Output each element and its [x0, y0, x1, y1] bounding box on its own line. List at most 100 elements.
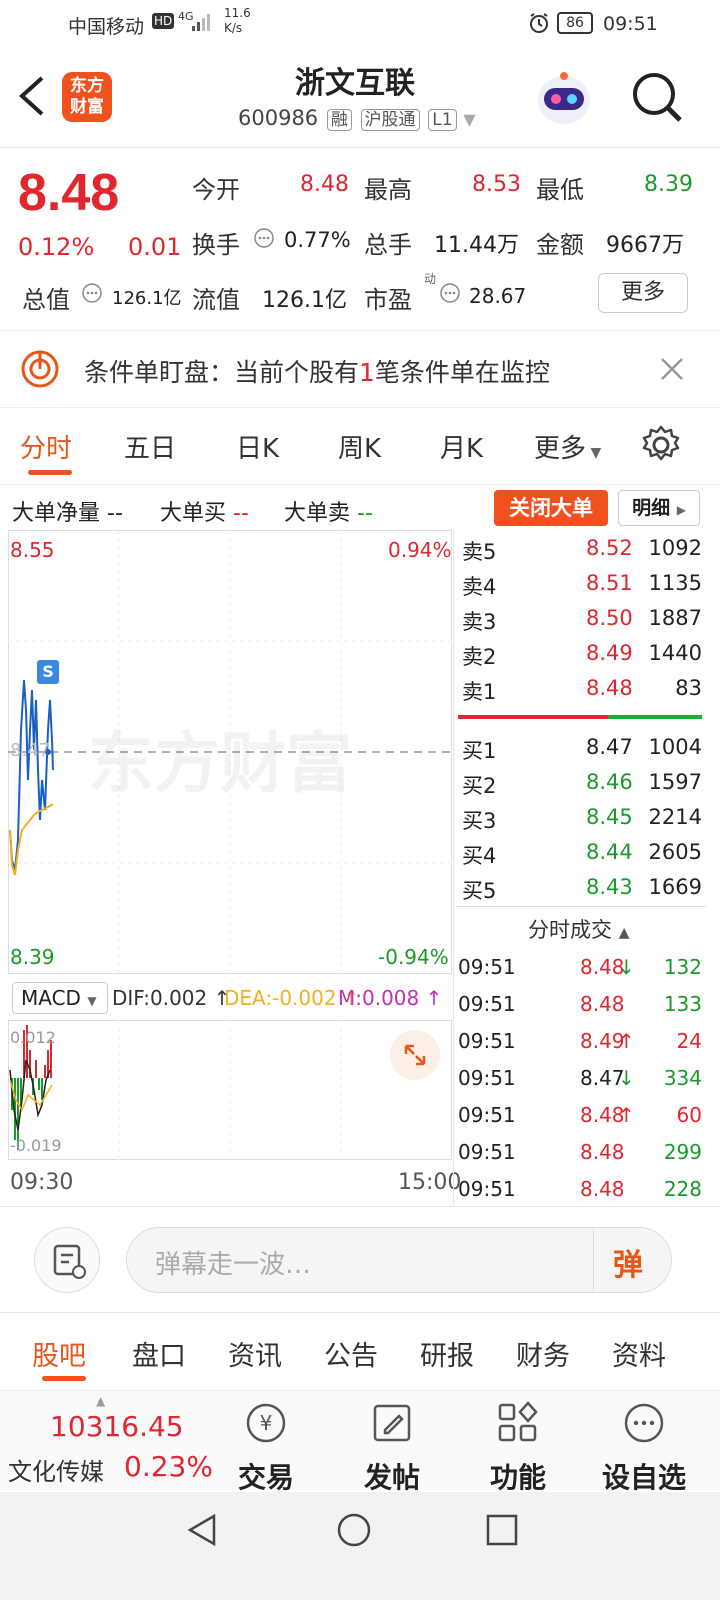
bid-row: 买3 8.45 2214 [462, 805, 702, 833]
robot-avatar-icon[interactable] [534, 66, 594, 132]
bid-row: 买5 8.43 1669 [462, 875, 702, 903]
stock-code-row: 600986 融 沪股通 L1 ▼ [238, 106, 476, 131]
time-start: 09:30 [10, 1170, 74, 1195]
search-icon[interactable] [630, 70, 684, 128]
nav-add-watchlist[interactable]: 设自选 [584, 1400, 704, 1496]
ask-strength-bar [458, 715, 608, 719]
stock-name: 浙文互联 [295, 66, 415, 101]
level-tag: L1 [428, 109, 457, 131]
tab-news[interactable]: 资讯 [228, 1334, 282, 1373]
open-label: 今开 [192, 176, 240, 204]
turnover-label: 换手 [192, 231, 240, 259]
tab-finance[interactable]: 财务 [516, 1334, 570, 1373]
hd-badge: HD [152, 13, 175, 29]
intraday-chart[interactable]: 东方财富 S 8.55 0.94% 8.47 8.39 -0.94% [8, 530, 452, 974]
bid-strength-bar [608, 715, 702, 719]
trade-row: 09:51 8.49 ↑ 24 [458, 1029, 702, 1053]
nav-watchlist-label: 设自选 [601, 1461, 686, 1494]
tab-handicap[interactable]: 盘口 [132, 1334, 186, 1373]
danmaku-settings-icon[interactable] [34, 1227, 100, 1293]
tab-5day[interactable]: 五日 [124, 428, 176, 465]
dropdown-icon[interactable]: ▼ [463, 110, 475, 129]
axis-min-price: 8.39 [10, 945, 55, 969]
trades-title[interactable]: 分时成交 ▲ [528, 914, 629, 944]
info-icon[interactable] [81, 282, 103, 308]
bid-row: 买1 8.47 1004 [462, 735, 702, 763]
amount-label: 金额 [536, 231, 584, 259]
tab-more[interactable]: 更多 ▼ [534, 428, 601, 465]
close-icon[interactable] [658, 355, 686, 387]
macd-chart[interactable]: 0.012 -0.019 [8, 1020, 452, 1160]
clock: 09:51 [603, 13, 658, 35]
last-price: 8.48 [18, 164, 120, 222]
info-icon[interactable] [253, 227, 275, 253]
back-icon[interactable] [14, 74, 48, 122]
low-label: 最低 [536, 176, 584, 204]
ask-row: 卖3 8.50 1887 [462, 606, 702, 634]
index-value: 10316.45 [50, 1410, 184, 1443]
nav-trade[interactable]: ¥ 交易 [206, 1400, 326, 1496]
nav-trade-label: 交易 [237, 1461, 294, 1494]
divider [0, 484, 720, 485]
macd-selector[interactable]: MACD ▼ [12, 982, 108, 1014]
tab-research[interactable]: 研报 [420, 1334, 474, 1373]
high-value: 8.53 [472, 172, 521, 197]
pe-tag: 动 [424, 272, 437, 286]
recents-square-icon[interactable] [486, 1514, 518, 1550]
amount-value: 9667万 [606, 233, 684, 258]
alarm-icon [528, 12, 550, 39]
signal-icon [192, 12, 212, 37]
tab-announcements[interactable]: 公告 [324, 1334, 378, 1373]
monitor-icon [20, 349, 60, 393]
tab-weekly-k[interactable]: 周K [338, 428, 381, 465]
comment-input[interactable]: 弹幕走一波… 弹 [126, 1227, 672, 1293]
watermark: 东方财富 [88, 725, 352, 802]
tab-underline [42, 1376, 86, 1381]
tab-profile[interactable]: 资料 [612, 1334, 666, 1373]
divider [0, 1206, 720, 1207]
turnover-value: 0.77% [284, 228, 351, 252]
tab-forum[interactable]: 股吧 [32, 1334, 86, 1373]
tab-underline [28, 470, 72, 475]
big-net-label: 大单净量 -- [12, 501, 123, 526]
index-name: 文化传媒 [8, 1458, 104, 1486]
send-danmaku-button[interactable]: 弹 [613, 1240, 643, 1284]
macd-bottom-label: -0.019 [10, 1136, 62, 1155]
detail-button[interactable]: 明细 ▶ [618, 490, 700, 526]
divider [593, 1228, 594, 1292]
trade-row: 09:51 8.48 ↓ 132 [458, 955, 702, 979]
axis-max-pct: 0.94% [388, 538, 452, 562]
margin-tag: 融 [326, 109, 352, 131]
axis-max-price: 8.55 [10, 538, 55, 562]
divider [456, 906, 706, 907]
back-triangle-icon[interactable] [184, 1512, 220, 1552]
trade-row: 09:51 8.47 ↓ 334 [458, 1066, 702, 1090]
trade-row: 09:51 8.48 228 [458, 1177, 702, 1201]
home-circle-icon[interactable] [336, 1512, 372, 1552]
more-button[interactable]: 更多 [598, 273, 688, 313]
trade-icon: ¥ [246, 1403, 286, 1443]
change-pct: 0.12% [18, 233, 95, 261]
tab-monthly-k[interactable]: 月K [440, 428, 483, 465]
stock-header: 东方 财富 浙文互联 600986 融 沪股通 L1 ▼ [0, 48, 720, 148]
condition-order-alert[interactable]: 条件单盯盘：当前个股有1笔条件单在监控 [0, 330, 720, 408]
expand-icon[interactable] [390, 1030, 440, 1080]
app-logo: 东方 财富 [62, 72, 112, 122]
nav-functions[interactable]: 功能 [458, 1400, 578, 1496]
divider [0, 1312, 720, 1313]
more-dots-icon [624, 1403, 664, 1443]
ask-row: 卖4 8.51 1135 [462, 571, 702, 599]
ask-row: 卖5 8.52 1092 [462, 536, 702, 564]
ask-row: 卖1 8.48 83 [462, 676, 702, 704]
tab-intraday[interactable]: 分时 [20, 428, 72, 465]
macd-m: M:0.008 ↑ [338, 986, 443, 1010]
stock-code: 600986 [238, 106, 319, 130]
nav-post[interactable]: 发帖 [332, 1400, 452, 1496]
divider [453, 530, 454, 1206]
close-big-order-button[interactable]: 关闭大单 [494, 490, 608, 526]
gear-icon[interactable] [640, 424, 682, 470]
s-marker[interactable]: S [37, 660, 59, 684]
tab-daily-k[interactable]: 日K [236, 428, 279, 465]
battery-icon: 86 [557, 12, 593, 34]
info-icon[interactable] [439, 282, 461, 308]
